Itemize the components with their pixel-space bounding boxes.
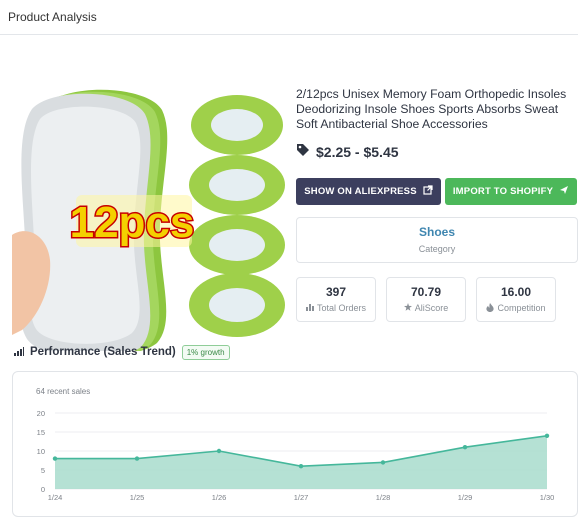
y-tick-label: 15 <box>37 428 45 437</box>
data-point <box>52 456 58 461</box>
x-tick-label: 1/29 <box>458 493 473 502</box>
category-card: Shoes Category <box>296 216 578 263</box>
stat-competition: 16.00 Competition <box>476 276 556 322</box>
data-point <box>462 445 468 450</box>
external-link-icon <box>423 185 433 198</box>
stat-value: 70.79 <box>410 285 442 300</box>
shopify-button-label: IMPORT TO SHOPIFY <box>452 185 554 197</box>
data-point <box>544 433 550 438</box>
stat-label: Total Orders <box>316 303 367 314</box>
growth-badge: 1% growth <box>181 344 230 360</box>
x-tick-label: 1/30 <box>540 493 555 502</box>
x-tick-label: 1/26 <box>212 493 227 502</box>
performance-header: Performance (Sales Trend) 1% growth <box>14 343 230 361</box>
data-point <box>298 464 304 469</box>
import-to-shopify-button[interactable]: IMPORT TO SHOPIFY <box>445 177 577 205</box>
rolled-insoles <box>189 95 285 337</box>
fire-icon <box>486 302 495 314</box>
stat-label: Competition <box>497 303 546 314</box>
data-point <box>380 460 386 465</box>
page-title: Product Analysis <box>8 10 97 24</box>
product-section: 12pcs 2/12pcs Unisex Memory Foam Orthope… <box>0 35 578 351</box>
price-range: $2.25 - $5.45 <box>316 144 399 161</box>
stat-value: 397 <box>325 285 347 300</box>
bar-chart-icon <box>305 303 314 313</box>
y-tick-label: 5 <box>41 466 45 475</box>
stat-label-row: Competition <box>486 302 546 314</box>
stat-total-orders: 397 Total Orders <box>296 276 376 322</box>
stat-value: 16.00 <box>500 284 532 299</box>
show-on-aliexpress-button[interactable]: SHOW ON ALIEXPRESS <box>296 177 441 205</box>
x-tick-label: 1/28 <box>376 493 391 502</box>
aliexpress-button-label: SHOW ON ALIEXPRESS <box>304 185 417 197</box>
stat-aliscore: 70.79 AliScore <box>386 276 466 322</box>
stat-label: AliScore <box>414 303 449 314</box>
category-label: Category <box>418 244 456 255</box>
badge-text: 12pcs <box>70 198 195 247</box>
badge-12pcs: 12pcs <box>68 195 196 249</box>
price-tag-icon <box>296 143 310 162</box>
stat-label-row: AliScore <box>403 303 449 314</box>
stat-label-row: Total Orders <box>305 303 367 314</box>
page-header: Product Analysis <box>0 0 578 35</box>
x-tick-label: 1/24 <box>48 493 63 502</box>
data-point <box>134 456 140 461</box>
category-value: Shoes <box>418 225 455 240</box>
product-title: 2/12pcs Unisex Memory Foam Orthopedic In… <box>296 87 567 132</box>
sales-trend-chart: 64 recent sales 0 5 10 15 20 1/24 1/25 1/26 1/27… <box>12 371 578 517</box>
stats-row: 397 Total Orders 70.79 AliScore 16.00 Co… <box>296 276 578 322</box>
insoles-illustration: 12pcs <box>12 89 285 351</box>
price-row: $2.25 - $5.45 <box>296 143 578 162</box>
series-area <box>55 435 547 489</box>
performance-title: Performance (Sales Trend) <box>30 346 176 358</box>
x-tick-label: 1/27 <box>294 493 309 502</box>
x-tick-label: 1/25 <box>130 493 145 502</box>
product-info: 2/12pcs Unisex Memory Foam Orthopedic In… <box>296 87 578 322</box>
send-icon <box>559 185 569 198</box>
product-image: 12pcs <box>12 85 288 351</box>
action-buttons: SHOW ON ALIEXPRESS IMPORT TO SHOPIFY <box>296 177 578 205</box>
y-tick-label: 0 <box>41 485 45 494</box>
y-tick-label: 10 <box>37 447 45 456</box>
signal-bars-icon <box>14 343 24 361</box>
chart-canvas: 0 5 10 15 20 1/24 1/25 1/26 1/27 1/28 1/29 1/30 <box>37 409 555 502</box>
y-tick-label: 20 <box>37 409 45 418</box>
star-icon <box>403 303 412 313</box>
data-point <box>216 448 222 454</box>
